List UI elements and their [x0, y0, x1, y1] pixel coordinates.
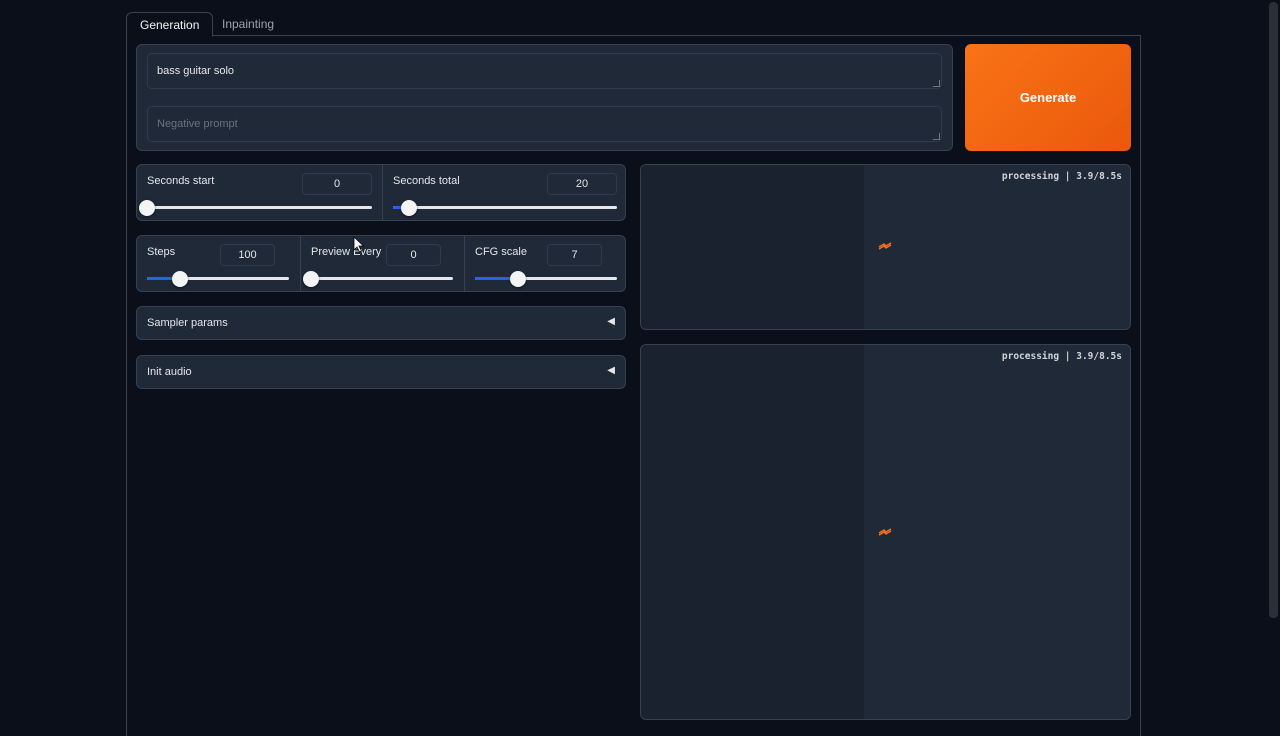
spectrogram-output-panel: processing | 3.9/8.5s — [640, 344, 1131, 720]
mouse-cursor-icon — [353, 236, 365, 253]
seconds-total-thumb[interactable] — [400, 199, 417, 216]
audio-output-panel: processing | 3.9/8.5s — [640, 164, 1131, 330]
cfg-scale-label: CFG scale — [475, 246, 527, 258]
preview-every-input[interactable] — [386, 244, 441, 266]
steps-track[interactable] — [147, 270, 289, 287]
cfg-scale-track[interactable] — [475, 270, 617, 287]
init-audio-label: Init audio — [147, 366, 192, 378]
preview-every-thumb[interactable] — [303, 270, 319, 287]
seconds-start-thumb[interactable] — [139, 199, 155, 216]
seconds-start-track[interactable] — [139, 199, 372, 216]
cfg-scale-slider-block: CFG scale — [464, 236, 625, 291]
preview-every-label: Preview Every — [311, 246, 382, 258]
steps-thumb[interactable] — [171, 270, 188, 287]
loading-spinner-icon — [878, 528, 892, 536]
steps-label: Steps — [147, 246, 176, 258]
seconds-total-input[interactable] — [547, 173, 617, 195]
cfg-scale-input[interactable] — [547, 244, 602, 266]
sampler-params-label: Sampler params — [147, 317, 228, 329]
preview-every-track[interactable] — [303, 270, 453, 287]
progress-status: processing | 3.9/8.5s — [1001, 171, 1122, 182]
generate-button[interactable]: Generate — [965, 44, 1131, 151]
progress-status: processing | 3.9/8.5s — [1001, 351, 1122, 362]
negative-prompt-input[interactable] — [147, 106, 942, 142]
seconds-start-slider-block: Seconds start — [137, 165, 382, 220]
seconds-total-label: Seconds total — [393, 175, 460, 187]
seconds-panel: Seconds start Seconds total — [136, 164, 626, 221]
steps-slider-block: Steps — [137, 236, 300, 291]
tab-inpainting[interactable]: Inpainting — [209, 12, 287, 37]
seconds-total-slider-block: Seconds total — [382, 165, 625, 220]
sampler-params-accordion[interactable]: Sampler params ◀ — [136, 306, 626, 340]
steps-input[interactable] — [220, 244, 275, 266]
seconds-total-track[interactable] — [393, 199, 617, 216]
loading-spinner-icon — [878, 242, 892, 250]
collapse-arrow-icon: ◀ — [607, 316, 615, 327]
loading-overlay — [641, 165, 864, 329]
cfg-scale-thumb[interactable] — [509, 270, 526, 287]
prompt-input[interactable]: bass guitar solo — [147, 53, 942, 89]
seconds-start-input[interactable] — [302, 173, 372, 195]
collapse-arrow-icon: ◀ — [607, 365, 615, 376]
init-audio-accordion[interactable]: Init audio ◀ — [136, 355, 626, 389]
loading-overlay — [641, 345, 864, 719]
page-scrollbar[interactable] — [1269, 2, 1278, 618]
seconds-start-label: Seconds start — [147, 175, 215, 187]
tab-generation[interactable]: Generation — [126, 12, 214, 37]
tab-bar: Generation Inpainting — [126, 12, 1141, 37]
sampling-panel: Steps Preview Every CFG scale — [136, 235, 626, 292]
preview-every-slider-block: Preview Every — [300, 236, 464, 291]
